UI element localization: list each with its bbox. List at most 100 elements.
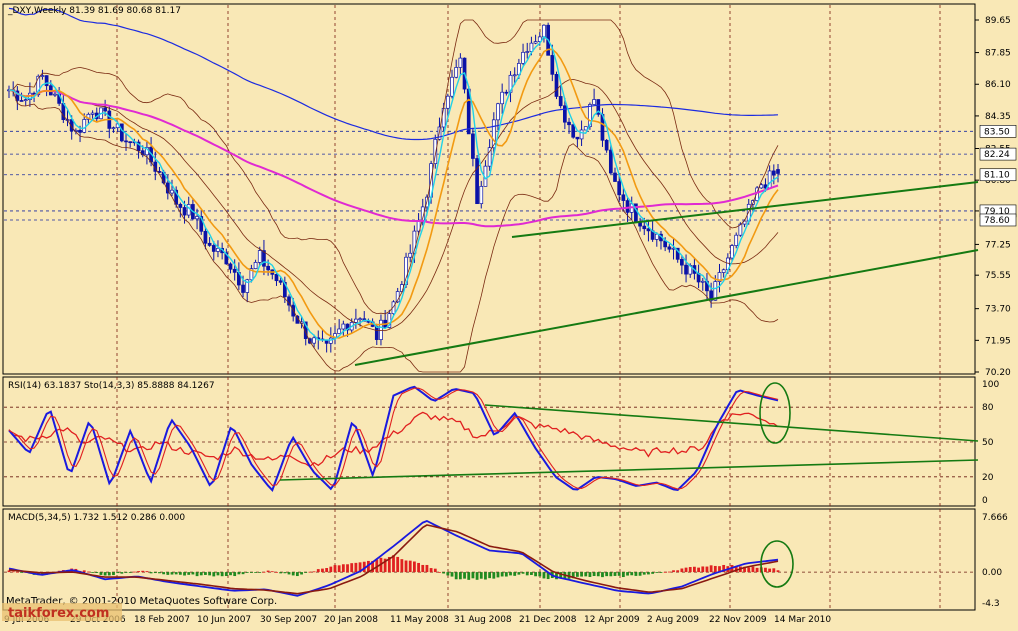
macd-histogram-bar: [768, 568, 772, 573]
candle-body: [583, 126, 588, 131]
macd-histogram-bar: [321, 568, 324, 573]
macd-histogram-bar: [684, 567, 688, 573]
macd-histogram-bar: [588, 572, 592, 577]
macd-tick-label: 0.00: [982, 568, 1002, 578]
candle-body: [341, 323, 346, 330]
macd-histogram-bar: [308, 571, 312, 573]
date-axis: 9 Jul 200629 Oct 200618 Feb 200710 Jun 2…: [4, 615, 831, 625]
macd-histogram-bar: [776, 570, 780, 573]
price-tick-label: 84.35: [985, 112, 1011, 122]
candle-body: [379, 319, 383, 340]
candle-body: [646, 228, 651, 232]
macd-histogram-bar: [245, 572, 249, 573]
candle-body: [228, 263, 233, 270]
macd-histogram-bar: [446, 572, 450, 576]
macd-histogram-bar: [254, 572, 257, 573]
macd-histogram-bar: [116, 572, 120, 574]
candle-body: [337, 328, 342, 334]
candle-body: [90, 112, 95, 115]
macd-histogram-bar: [333, 565, 337, 573]
rsi-header: RSI(14) 63.1837 Sto(14,3,3) 85.8888 84.1…: [8, 381, 215, 391]
macd-histogram-bar: [283, 572, 287, 574]
price-tick-label: 71.95: [985, 336, 1011, 346]
macd-histogram-bar: [99, 572, 103, 575]
macd-histogram-bar: [421, 564, 425, 573]
macd-tick-label: -4.3: [982, 599, 1000, 609]
candle-body: [216, 247, 220, 252]
macd-histogram-bar: [341, 564, 345, 573]
macd-histogram-bar: [509, 572, 512, 576]
macd-histogram-bar: [433, 568, 437, 573]
candle-body: [312, 337, 316, 344]
macd-histogram-bar: [270, 571, 274, 573]
candle-body: [203, 230, 208, 244]
rsi-tick-label: 0: [982, 496, 988, 506]
macd-histogram-bar: [580, 572, 583, 577]
candle-body: [479, 185, 484, 205]
candle-body: [571, 124, 576, 138]
date-label: 11 May 2008: [390, 615, 449, 625]
macd-histogram-bar: [396, 556, 400, 573]
macd-histogram-bar: [697, 567, 700, 573]
macd-histogram-bar: [667, 571, 671, 573]
macd-histogram-bar: [630, 572, 634, 576]
price-tick-label: 86.10: [985, 80, 1011, 90]
macd-histogram-bar: [174, 572, 178, 575]
macd-histogram-bar: [417, 562, 420, 573]
macd-histogram-bar: [772, 568, 776, 573]
macd-histogram-bar: [316, 569, 320, 573]
candle-body: [103, 107, 107, 112]
candle-body: [667, 246, 672, 250]
macd-histogram-bar: [124, 572, 128, 573]
macd-histogram-bar: [95, 572, 99, 573]
macd-histogram-bar: [538, 572, 542, 577]
macd-histogram-bar: [521, 572, 525, 574]
macd-histogram-bar: [266, 570, 270, 573]
macd-histogram-bar: [484, 572, 487, 580]
candle-body: [608, 149, 613, 174]
candle-body: [211, 245, 216, 252]
candle-body: [408, 252, 413, 258]
date-label: 31 Aug 2008: [454, 615, 512, 625]
macd-histogram-bar: [463, 572, 466, 579]
macd-histogram-bar: [11, 571, 15, 573]
macd-histogram-bar: [329, 566, 333, 573]
candle-body: [604, 139, 609, 151]
candle-body: [458, 57, 463, 68]
macd-histogram-bar: [312, 571, 316, 573]
date-label: 2 Aug 2009: [647, 615, 699, 625]
candle-body: [232, 268, 237, 273]
rsi-tick-label: 100: [982, 380, 999, 390]
candle-body: [471, 133, 475, 159]
price-tick-label: 70.20: [985, 368, 1011, 378]
candle-body: [496, 103, 500, 121]
forum-logo: taikforex.com: [2, 603, 122, 621]
candle-body: [257, 250, 262, 263]
macd-histogram-bar: [442, 572, 446, 574]
macd-histogram-bar: [601, 572, 604, 578]
rsi-tick-label: 50: [982, 438, 994, 448]
macd-histogram-bar: [412, 561, 416, 573]
macd-histogram-bar: [291, 572, 295, 576]
macd-histogram-bar: [170, 572, 174, 575]
macd-histogram-bar: [87, 571, 90, 573]
macd-histogram-bar: [659, 572, 663, 573]
macd-histogram-bar: [454, 572, 458, 580]
candle-body: [512, 74, 517, 77]
macd-histogram-bar: [479, 572, 483, 579]
macd-histogram-bar: [91, 572, 94, 573]
macd-histogram-bar: [517, 572, 521, 575]
macd-histogram-bar: [647, 572, 650, 575]
candle-body: [579, 129, 584, 140]
price-tick-label: 87.85: [985, 49, 1011, 59]
candle-body: [253, 262, 258, 269]
candle-body: [642, 225, 647, 230]
macd-histogram-bar: [145, 571, 149, 573]
macd-histogram-bar: [672, 570, 675, 573]
candle-body: [663, 240, 668, 248]
candle-body: [554, 73, 559, 97]
macd-histogram-bar: [141, 570, 145, 573]
macd-histogram-bar: [596, 572, 600, 577]
chart-canvas: _DXY,Weekly 81.39 81.69 80.68 81.17 RSI(…: [2, 3, 1017, 625]
macd-histogram-bar: [187, 572, 191, 575]
